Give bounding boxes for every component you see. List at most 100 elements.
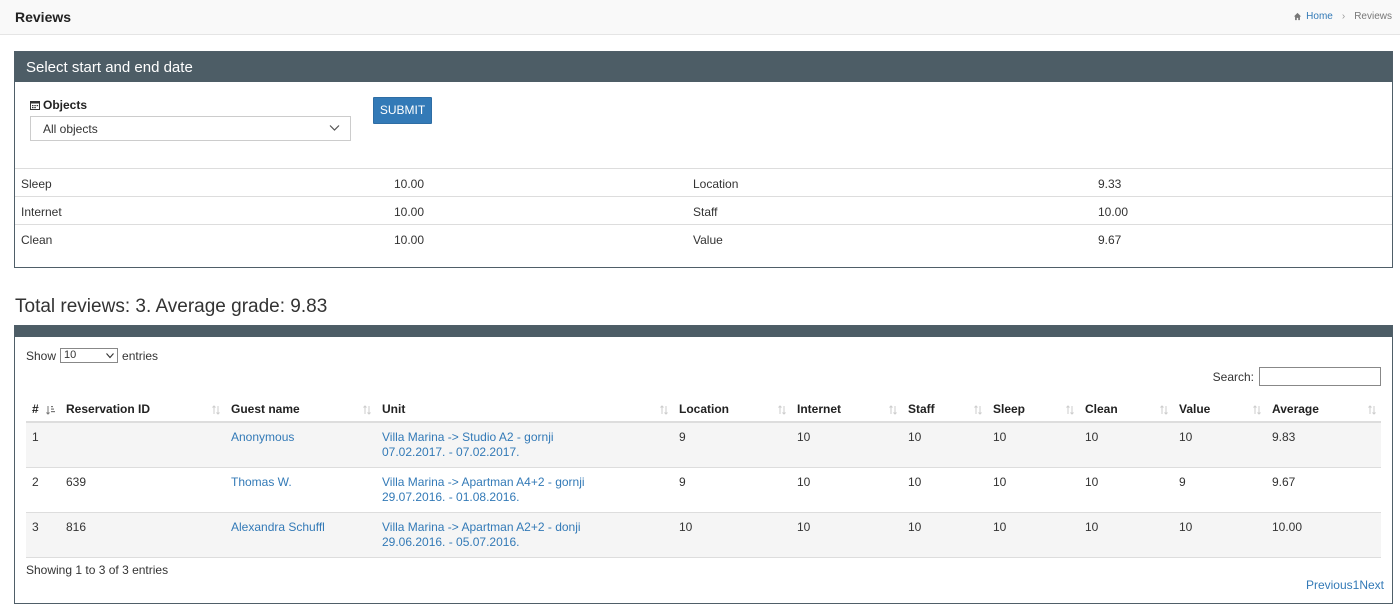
cell-location: 10 bbox=[673, 512, 791, 558]
submit-button[interactable]: SUBMIT bbox=[373, 97, 432, 124]
show-label: Show bbox=[26, 348, 57, 363]
stats-table: Sleep 10.00 Location 9.33 Internet 10.00… bbox=[15, 168, 1392, 253]
cell-unit: Villa Marina -> Studio A2 - gornji 07.02.… bbox=[376, 422, 673, 468]
column-header-clean[interactable]: Clean bbox=[1079, 397, 1173, 423]
column-header-value[interactable]: Value bbox=[1173, 397, 1266, 423]
cell-guest: Alexandra Schuffl bbox=[225, 512, 376, 558]
cell-num: 2 bbox=[26, 467, 60, 513]
stat-value: 10.00 bbox=[1098, 205, 1129, 219]
breadcrumb-separator: › bbox=[1341, 11, 1346, 22]
cell-internet: 10 bbox=[791, 512, 902, 558]
stat-label: Internet bbox=[21, 205, 62, 219]
cell-location: 9 bbox=[673, 467, 791, 513]
table-row: 1 Anonymous Villa Marina -> Studio A2 - … bbox=[26, 422, 1381, 468]
calendar-icon bbox=[30, 101, 40, 110]
column-header-num[interactable]: # bbox=[26, 397, 60, 423]
cell-location: 9 bbox=[673, 422, 791, 468]
guest-link[interactable]: Anonymous bbox=[231, 430, 294, 444]
cell-num: 1 bbox=[26, 422, 60, 468]
chevron-down-icon bbox=[329, 125, 340, 131]
cell-sleep: 10 bbox=[987, 467, 1079, 513]
cell-clean: 10 bbox=[1079, 467, 1173, 513]
table-row: 3 816 Alexandra Schuffl Villa Marina -> … bbox=[26, 512, 1381, 558]
sort-icon bbox=[778, 405, 786, 415]
column-header-guest-name[interactable]: Guest name bbox=[225, 397, 376, 423]
breadcrumb: Home › Reviews bbox=[1293, 11, 1392, 22]
filter-panel: Select start and end date Objects All ob… bbox=[14, 51, 1393, 268]
column-header-unit[interactable]: Unit bbox=[376, 397, 673, 423]
home-icon bbox=[1294, 12, 1302, 21]
stat-value: 10.00 bbox=[394, 233, 425, 247]
page-title: Reviews bbox=[15, 9, 72, 25]
cell-sleep: 10 bbox=[987, 512, 1079, 558]
objects-label-text: Objects bbox=[43, 98, 88, 112]
filter-panel-heading: Select start and end date bbox=[15, 52, 1392, 82]
table-row: 2 639 Thomas W. Villa Marina -> Apartman… bbox=[26, 467, 1381, 513]
stat-label: Clean bbox=[21, 233, 53, 247]
reviews-panel-heading bbox=[15, 326, 1392, 337]
cell-reservation-id bbox=[60, 422, 225, 468]
stat-label: Staff bbox=[693, 205, 718, 219]
stat-value: 10.00 bbox=[394, 177, 425, 191]
stats-row: Sleep 10.00 Location 9.33 bbox=[15, 169, 1392, 197]
unit-dates[interactable]: 29.06.2016. - 05.07.2016. bbox=[382, 535, 667, 550]
objects-label: Objects bbox=[30, 98, 87, 112]
table-header-row: # Reservation ID Guest name Unit Locatio… bbox=[26, 397, 1381, 423]
stat-value: 9.33 bbox=[1098, 177, 1122, 191]
previous-button[interactable]: Previous bbox=[1306, 578, 1353, 592]
sort-icon bbox=[363, 405, 371, 415]
cell-internet: 10 bbox=[791, 422, 902, 468]
sort-icon bbox=[1066, 405, 1074, 415]
cell-staff: 10 bbox=[902, 422, 987, 468]
sort-icon bbox=[1160, 405, 1168, 415]
unit-link[interactable]: Villa Marina -> Apartman A4+2 - gornji bbox=[382, 475, 667, 490]
stat-label: Location bbox=[693, 177, 739, 191]
stats-row: Internet 10.00 Staff 10.00 bbox=[15, 197, 1392, 225]
cell-average: 9.67 bbox=[1266, 467, 1381, 513]
column-header-reservation-id[interactable]: Reservation ID bbox=[60, 397, 225, 423]
reviews-table: # Reservation ID Guest name Unit Locatio… bbox=[26, 397, 1381, 558]
cell-average: 9.83 bbox=[1266, 422, 1381, 468]
cell-reservation-id: 816 bbox=[60, 512, 225, 558]
search-input[interactable] bbox=[1259, 367, 1381, 386]
next-button[interactable]: Next bbox=[1359, 578, 1384, 592]
stats-row: Clean 10.00 Value 9.67 bbox=[15, 225, 1392, 253]
search-label: Search: bbox=[1212, 369, 1254, 384]
cell-num: 3 bbox=[26, 512, 60, 558]
cell-guest: Anonymous bbox=[225, 422, 376, 468]
stat-value: 10.00 bbox=[394, 205, 425, 219]
objects-select[interactable]: All objects bbox=[30, 116, 351, 141]
breadcrumb-home-link[interactable]: Home bbox=[1306, 11, 1333, 22]
column-header-staff[interactable]: Staff bbox=[902, 397, 987, 423]
cell-clean: 10 bbox=[1079, 512, 1173, 558]
cell-average: 10.00 bbox=[1266, 512, 1381, 558]
page-length-value: 10 bbox=[64, 349, 77, 361]
objects-select-value: All objects bbox=[43, 122, 98, 136]
page-length-control: Show 10 entries bbox=[26, 348, 158, 363]
unit-dates[interactable]: 07.02.2017. - 07.02.2017. bbox=[382, 445, 667, 460]
page-length-select[interactable]: 10 bbox=[60, 348, 119, 363]
column-header-internet[interactable]: Internet bbox=[791, 397, 902, 423]
cell-internet: 10 bbox=[791, 467, 902, 513]
sort-icon bbox=[974, 405, 982, 415]
sort-asc-icon bbox=[46, 406, 55, 415]
unit-dates[interactable]: 29.07.2016. - 01.08.2016. bbox=[382, 490, 667, 505]
sort-icon bbox=[660, 405, 668, 415]
guest-link[interactable]: Alexandra Schuffl bbox=[231, 520, 325, 534]
cell-unit: Villa Marina -> Apartman A4+2 - gornji 29… bbox=[376, 467, 673, 513]
reviews-summary: Total reviews: 3. Average grade: 9.83 bbox=[15, 296, 328, 317]
table-info: Showing 1 to 3 of 3 entries bbox=[26, 563, 169, 577]
search-control: Search: bbox=[1213, 367, 1381, 386]
unit-link[interactable]: Villa Marina -> Apartman A2+2 - donji bbox=[382, 520, 667, 535]
guest-link[interactable]: Thomas W. bbox=[231, 475, 292, 489]
column-header-average[interactable]: Average bbox=[1266, 397, 1381, 423]
reviews-panel: Show 10 entries Search: # Reservation ID… bbox=[14, 325, 1393, 604]
column-header-location[interactable]: Location bbox=[673, 397, 791, 423]
unit-link[interactable]: Villa Marina -> Studio A2 - gornji bbox=[382, 430, 667, 445]
entries-label: entries bbox=[122, 348, 159, 363]
breadcrumb-current: Reviews bbox=[1354, 11, 1392, 22]
sort-icon bbox=[212, 405, 220, 415]
cell-unit: Villa Marina -> Apartman A2+2 - donji 29.… bbox=[376, 512, 673, 558]
column-header-sleep[interactable]: Sleep bbox=[987, 397, 1079, 423]
pagination: Previous1Next bbox=[1306, 578, 1384, 592]
